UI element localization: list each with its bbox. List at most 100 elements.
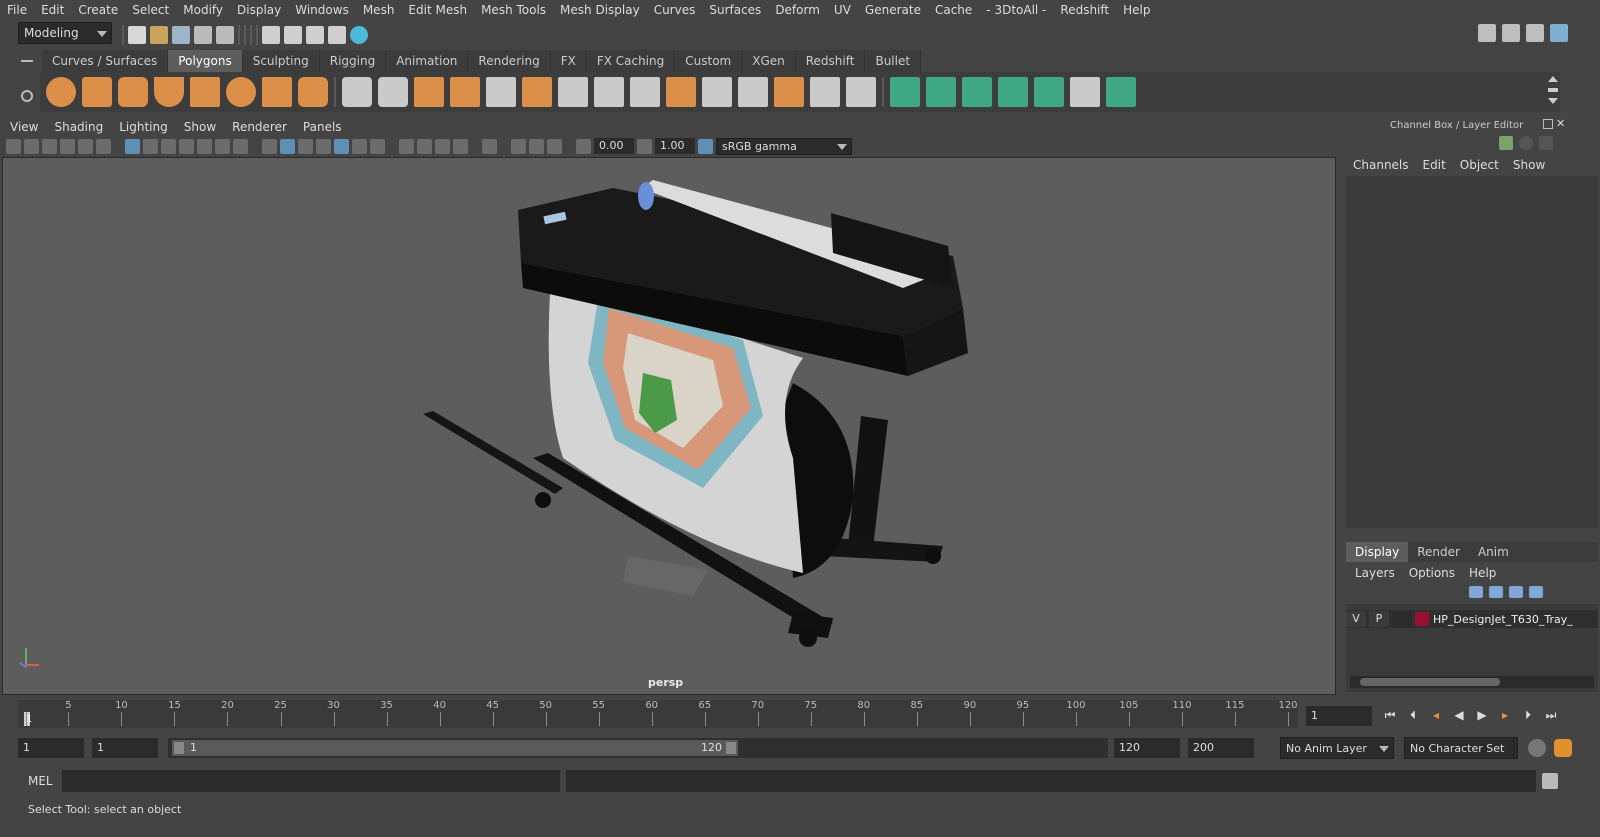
open-scene-icon[interactable] [150,26,168,44]
mode-selector[interactable]: Modeling [18,22,112,44]
target-weld-icon[interactable] [594,77,624,107]
shelf-tab-animation[interactable]: Animation [386,50,469,72]
uv-spherical-icon[interactable] [962,77,992,107]
xray-icon[interactable] [511,138,526,154]
menu-modify[interactable]: Modify [176,3,230,17]
menu-deform[interactable]: Deform [768,3,827,17]
range-slider[interactable]: 1 120 [168,738,1108,758]
uv-cylindrical-icon[interactable] [926,77,956,107]
step-back-icon[interactable]: ⏴ [1404,706,1422,724]
ipr-render-icon[interactable] [306,26,324,44]
resolution-gate-icon[interactable] [161,138,176,154]
new-layer-icon[interactable] [1509,586,1523,598]
field-chart-icon[interactable] [197,138,212,154]
connect-icon[interactable] [630,77,660,107]
safe-title-icon[interactable] [233,138,248,154]
wedge-icon[interactable] [846,77,876,107]
bevel-icon[interactable] [522,77,552,107]
poly-plane-icon[interactable] [190,77,220,107]
arrow-up-icon[interactable] [1548,76,1558,82]
color-management-icon[interactable] [698,138,713,154]
attribute-editor-icon[interactable] [1502,24,1520,42]
speed-icon[interactable] [1519,136,1533,150]
channel-box-area[interactable] [1346,176,1598,528]
go-to-start-icon[interactable]: ⏮ [1381,706,1399,724]
fill-hole-icon[interactable] [774,77,804,107]
layer-row[interactable]: V P HP_DesignJet_T630_Tray_ [1346,610,1598,628]
command-language-label[interactable]: MEL [28,774,53,788]
textured-icon[interactable] [334,138,349,154]
range-slider-handle[interactable]: 1 120 [172,740,738,756]
move-layer-down-icon[interactable] [1489,586,1503,598]
poly-cube-icon[interactable] [82,77,112,107]
save-scene-icon[interactable] [172,26,190,44]
menu-mesh[interactable]: Mesh [356,3,402,17]
uv-editor-icon[interactable] [1106,77,1136,107]
color-space-dropdown[interactable]: sRGB gamma [716,137,852,155]
layer-tab-display[interactable]: Display [1346,542,1409,562]
menu-windows[interactable]: Windows [288,3,356,17]
menu-create[interactable]: Create [71,3,125,17]
film-gate-icon[interactable] [143,138,158,154]
shelf-tab-custom[interactable]: Custom [675,50,743,72]
screen-space-ao-icon[interactable] [399,138,414,154]
grease-pencil-icon[interactable] [96,138,111,154]
poly-pipe-icon[interactable] [298,77,328,107]
bridge-icon[interactable] [702,77,732,107]
menu-redshift[interactable]: Redshift [1053,3,1116,17]
hyperbolic-icon[interactable] [1539,136,1553,150]
layer-menu-layers[interactable]: Layers [1348,566,1402,580]
layer-menu-help[interactable]: Help [1462,566,1503,580]
shelf-tab-rendering[interactable]: Rendering [468,50,551,72]
playback-end-field[interactable]: 120 [1114,738,1180,758]
scene-start-field[interactable]: 1 [18,738,84,758]
perspective-viewport[interactable] [2,157,1336,695]
hypershade-icon[interactable] [350,26,368,44]
shelf-tab-sculpting[interactable]: Sculpting [242,50,320,72]
render-frame-icon[interactable] [284,26,302,44]
anti-aliasing-icon[interactable] [435,138,450,154]
mirror-icon[interactable] [414,77,444,107]
poke-icon[interactable] [810,77,840,107]
panel-menu-show[interactable]: Show [176,120,224,134]
play-backwards-icon[interactable]: ◀ [1450,706,1468,724]
channel-box-menu-channels[interactable]: Channels [1346,158,1416,172]
poly-cone-icon[interactable] [154,77,184,107]
menu-uv[interactable]: UV [827,3,858,17]
2d-pan-zoom-icon[interactable] [78,138,93,154]
use-lights-icon[interactable] [352,138,367,154]
current-frame-field[interactable]: 1 [1306,706,1372,726]
layer-menu-options[interactable]: Options [1402,566,1462,580]
grid-icon[interactable] [125,138,140,154]
combine-icon[interactable] [342,77,372,107]
image-plane-icon[interactable] [60,138,75,154]
playback-start-field[interactable]: 1 [92,738,158,758]
bridge-edge-icon[interactable] [738,77,768,107]
anim-layer-dropdown[interactable]: No Anim Layer [1280,737,1394,759]
poly-pyramid-icon[interactable] [262,77,292,107]
panel-menu-view[interactable]: View [2,120,46,134]
command-input[interactable] [62,770,560,792]
channel-box-icon[interactable] [1550,24,1568,42]
poly-torus-icon[interactable] [226,77,256,107]
safe-action-icon[interactable] [215,138,230,154]
close-icon[interactable]: ✕ [1556,118,1566,129]
shelf-tab-fx[interactable]: FX [550,50,587,72]
menu-curves[interactable]: Curves [647,3,703,17]
shelf-menu-icon[interactable] [21,60,33,62]
auto-key-icon[interactable] [1528,739,1546,757]
uv-checker-icon[interactable] [1070,77,1100,107]
panel-menu-shading[interactable]: Shading [46,120,111,134]
smooth-shade-icon[interactable] [280,138,295,154]
multi-cut-icon[interactable] [558,77,588,107]
exposure-icon[interactable] [576,138,591,154]
menu-mesh-display[interactable]: Mesh Display [553,3,647,17]
menu-surfaces[interactable]: Surfaces [702,3,768,17]
gate-mask-icon[interactable] [179,138,194,154]
default-material-icon[interactable] [298,138,313,154]
new-layer-selected-icon[interactable] [1529,586,1543,598]
step-forward-icon[interactable]: ⏵ [1519,706,1537,724]
menu-3dtoall[interactable]: - 3DtoAll - [979,3,1053,17]
menu-edit[interactable]: Edit [34,3,71,17]
tool-settings-icon[interactable] [1526,24,1544,42]
